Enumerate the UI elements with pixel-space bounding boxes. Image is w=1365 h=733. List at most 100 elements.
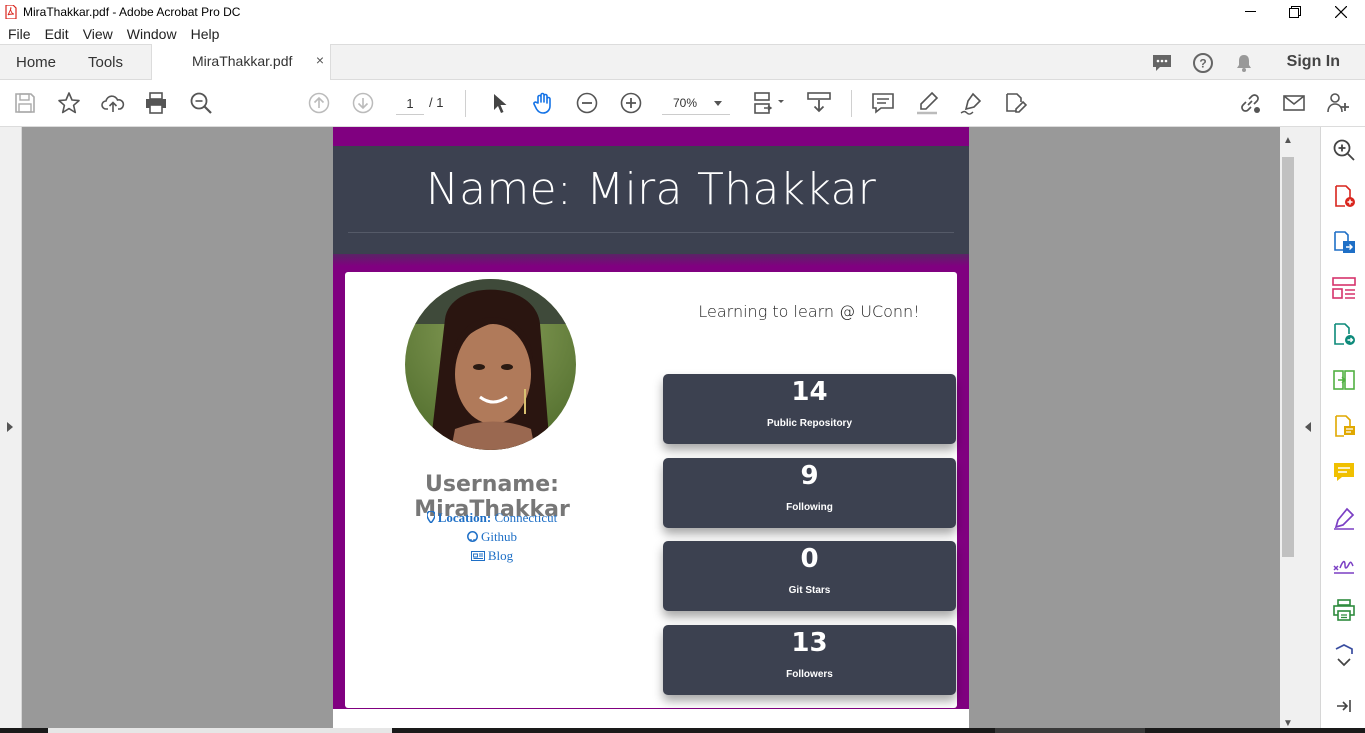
next-page-button[interactable]: [351, 91, 375, 115]
pdf-file-icon: [5, 4, 17, 19]
stat-value: 0: [800, 544, 819, 574]
collapse-right-icon: [1337, 700, 1351, 712]
help-icon[interactable]: ?: [1192, 52, 1214, 74]
previous-page-button[interactable]: [307, 91, 331, 115]
tab-home[interactable]: Home: [16, 54, 56, 71]
find-button[interactable]: [189, 91, 213, 115]
hand-icon: [533, 92, 551, 114]
github-line[interactable]: Github: [345, 527, 639, 546]
page-header: Name: Mira Thakkar: [333, 146, 969, 254]
fill-and-sign-button[interactable]: [1331, 505, 1357, 531]
print-production-button[interactable]: [1331, 597, 1357, 623]
page-fit-icon: [754, 92, 784, 114]
sign-in-button[interactable]: Sign In: [1287, 53, 1340, 71]
tab-tools[interactable]: Tools: [88, 54, 123, 71]
bookmark-button[interactable]: [57, 91, 81, 115]
title-bar: MiraThakkar.pdf - Adobe Acrobat Pro DC: [0, 0, 1365, 23]
github-icon: [466, 531, 478, 542]
pen-nib-icon: [960, 92, 982, 115]
zoom-level-value: 70%: [673, 96, 698, 110]
vertical-scrollbar[interactable]: ▲ ▼: [1280, 127, 1296, 733]
menu-help[interactable]: Help: [191, 26, 220, 42]
hand-tool-button[interactable]: [531, 91, 555, 115]
taskbar-segment: [995, 728, 1145, 733]
blog-link[interactable]: Blog: [488, 548, 513, 563]
print-production-icon: [1333, 599, 1355, 621]
page-display-button[interactable]: [752, 91, 788, 115]
zoom-in-button[interactable]: [619, 91, 643, 115]
chevron-right-icon: [7, 422, 13, 432]
draw-button[interactable]: [959, 91, 983, 115]
stat-git-stars: 0 Git Stars: [663, 541, 956, 611]
restore-button[interactable]: [1272, 0, 1318, 23]
share-link-button[interactable]: [1238, 91, 1262, 115]
chevron-left-icon: [1305, 422, 1311, 432]
add-comment-button[interactable]: [871, 91, 895, 115]
scrolling-mode-button[interactable]: [807, 91, 831, 115]
stat-label: Public Repository: [766, 418, 852, 429]
stat-value: 13: [791, 628, 828, 658]
highlight-button[interactable]: [915, 91, 939, 115]
compare-icon: [1333, 370, 1355, 390]
save-button[interactable]: [13, 91, 37, 115]
request-signature-button[interactable]: [1331, 551, 1357, 577]
menu-window[interactable]: Window: [127, 26, 177, 42]
pen-sign-icon: [1334, 507, 1355, 530]
close-window-button[interactable]: [1318, 0, 1364, 23]
minimize-button[interactable]: [1227, 0, 1273, 23]
envelope-icon: [1283, 95, 1305, 111]
toolbar-divider: [465, 90, 466, 117]
export-pdf-button[interactable]: [1331, 229, 1357, 255]
zoom-out-button[interactable]: [575, 91, 599, 115]
tools-pane: [1320, 127, 1365, 733]
notification-bell-icon[interactable]: [1233, 52, 1255, 74]
enhance-scans-button[interactable]: [1331, 137, 1357, 163]
menu-file[interactable]: File: [8, 26, 31, 42]
tab-document[interactable]: MiraThakkar.pdf ×: [151, 44, 331, 80]
comment-icon[interactable]: [1151, 52, 1173, 74]
left-panel-toggle[interactable]: [0, 127, 22, 733]
location-value[interactable]: Connecticut: [494, 510, 557, 525]
header-shadow: [333, 254, 969, 266]
menu-edit[interactable]: Edit: [45, 26, 69, 42]
stat-followers: 13 Followers: [663, 625, 956, 695]
collapse-tools-pane-button[interactable]: [1331, 693, 1357, 719]
taskbar-segment: [48, 728, 392, 733]
profile-photo: [405, 279, 576, 450]
compare-files-button[interactable]: [1331, 367, 1357, 393]
fill-sign-button[interactable]: [1003, 91, 1027, 115]
add-user-button[interactable]: [1326, 91, 1350, 115]
stat-public-repository: 14 Public Repository: [663, 374, 956, 444]
scroll-up-icon[interactable]: ▲: [1283, 135, 1293, 146]
create-pdf-button[interactable]: [1331, 183, 1357, 209]
menu-view[interactable]: View: [83, 26, 113, 42]
select-tool-button[interactable]: [487, 91, 511, 115]
bio-text: Learning to learn @ UConn!: [698, 302, 920, 321]
scrollbar-thumb[interactable]: [1282, 157, 1294, 557]
comment-tool-button[interactable]: [1331, 459, 1357, 485]
email-button[interactable]: [1282, 91, 1306, 115]
page-number-input[interactable]: 1: [396, 93, 424, 115]
right-panel-toggle[interactable]: [1296, 127, 1320, 733]
export-pdf-icon: [1334, 231, 1355, 253]
printer-icon: [146, 92, 166, 114]
close-icon: [1335, 5, 1347, 18]
stat-label: Git Stars: [788, 585, 831, 596]
github-link[interactable]: Github: [481, 529, 517, 544]
send-for-review-button[interactable]: [1331, 321, 1357, 347]
minus-circle-icon: [576, 92, 598, 114]
signature-icon: [1333, 560, 1354, 574]
close-tab-button[interactable]: ×: [316, 52, 324, 68]
blog-line[interactable]: Blog: [345, 546, 639, 565]
more-tools-button[interactable]: [1331, 643, 1357, 669]
document-tab-label: MiraThakkar.pdf: [192, 53, 293, 69]
upload-button[interactable]: [101, 91, 125, 115]
zoom-level-select[interactable]: 70%: [662, 93, 730, 115]
print-button[interactable]: [144, 91, 168, 115]
window-title: MiraThakkar.pdf - Adobe Acrobat Pro DC: [23, 4, 241, 19]
shield-chevron-icon: [1335, 644, 1353, 667]
scroll-icon: [807, 92, 831, 113]
edit-pdf-button[interactable]: [1331, 413, 1357, 439]
organize-pages-button[interactable]: [1331, 275, 1357, 301]
map-pin-icon: [426, 511, 435, 523]
